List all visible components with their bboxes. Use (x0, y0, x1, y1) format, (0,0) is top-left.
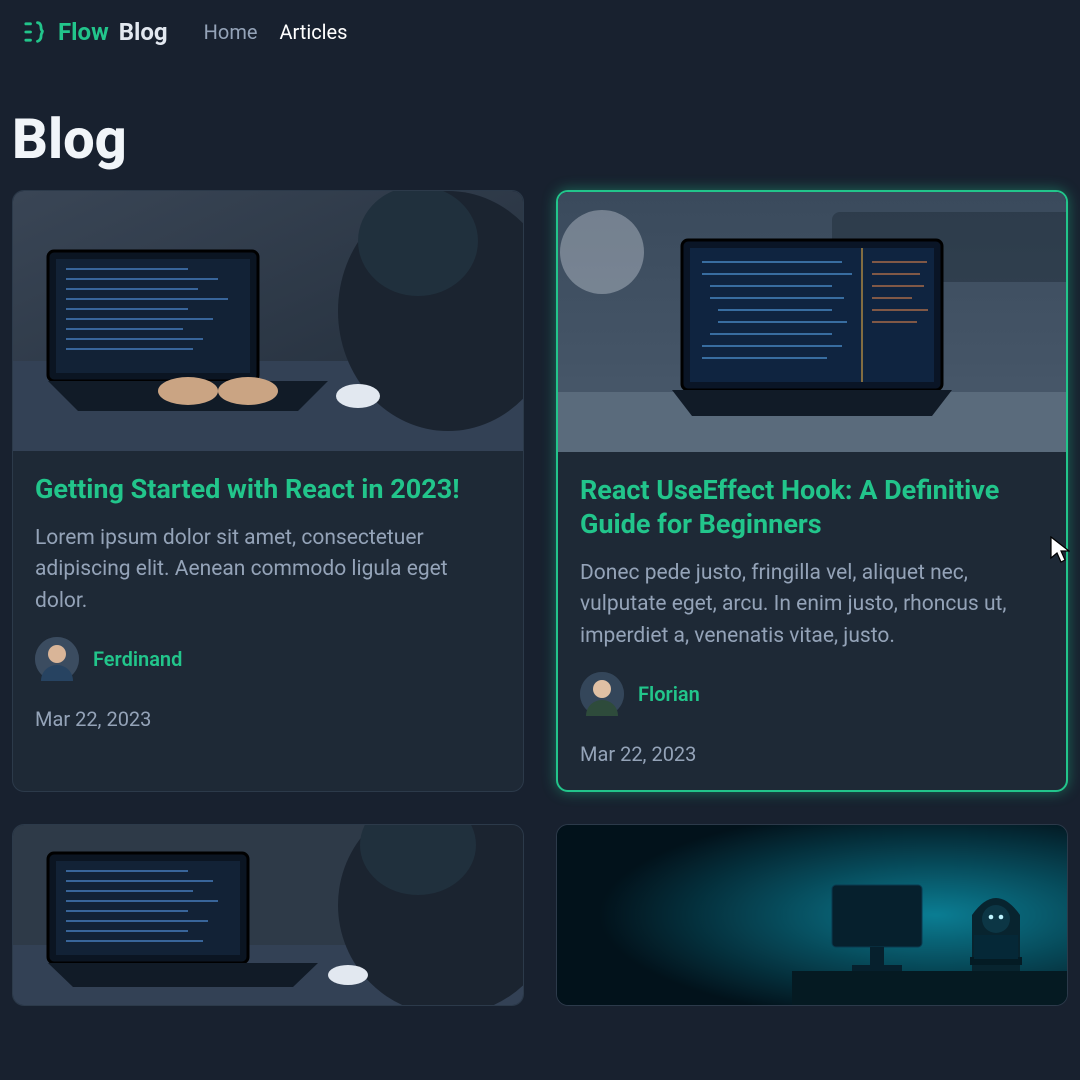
author-row: Ferdinand (35, 637, 501, 681)
author-avatar[interactable] (580, 672, 624, 716)
article-grid: Getting Started with React in 2023! Lore… (0, 190, 1080, 792)
article-excerpt: Lorem ipsum dolor sit amet, consectetuer… (35, 523, 501, 618)
page-title: Blog (0, 46, 1080, 190)
article-card[interactable]: React UseEffect Hook: A Definitive Guide… (556, 190, 1068, 792)
brand-logo-icon (20, 18, 48, 46)
article-thumbnail (557, 825, 1067, 1005)
nav-articles[interactable]: Articles (279, 20, 347, 44)
article-title[interactable]: Getting Started with React in 2023! (35, 473, 501, 507)
author-row: Florian (580, 672, 1044, 716)
article-card[interactable] (556, 824, 1068, 1006)
article-title[interactable]: React UseEffect Hook: A Definitive Guide… (580, 474, 1044, 542)
article-grid-row2 (0, 824, 1080, 1006)
brand-accent: Flow (58, 18, 109, 46)
article-body: Getting Started with React in 2023! Lore… (13, 451, 523, 755)
top-nav: Home Articles (204, 20, 348, 44)
brand[interactable]: Flow Blog (20, 18, 168, 46)
article-card[interactable]: Getting Started with React in 2023! Lore… (12, 190, 524, 792)
article-thumbnail (13, 825, 523, 1005)
article-date: Mar 22, 2023 (580, 742, 1044, 766)
nav-home[interactable]: Home (204, 20, 258, 44)
article-excerpt: Donec pede justo, fringilla vel, aliquet… (580, 558, 1044, 653)
article-thumbnail (558, 192, 1066, 452)
header: Flow Blog Home Articles (0, 0, 1080, 46)
brand-plain: Blog (119, 18, 168, 46)
author-name[interactable]: Ferdinand (93, 647, 182, 671)
author-name[interactable]: Florian (638, 682, 700, 706)
article-card[interactable] (12, 824, 524, 1006)
article-thumbnail (13, 191, 523, 451)
article-body: React UseEffect Hook: A Definitive Guide… (558, 452, 1066, 790)
article-date: Mar 22, 2023 (35, 707, 501, 731)
author-avatar[interactable] (35, 637, 79, 681)
